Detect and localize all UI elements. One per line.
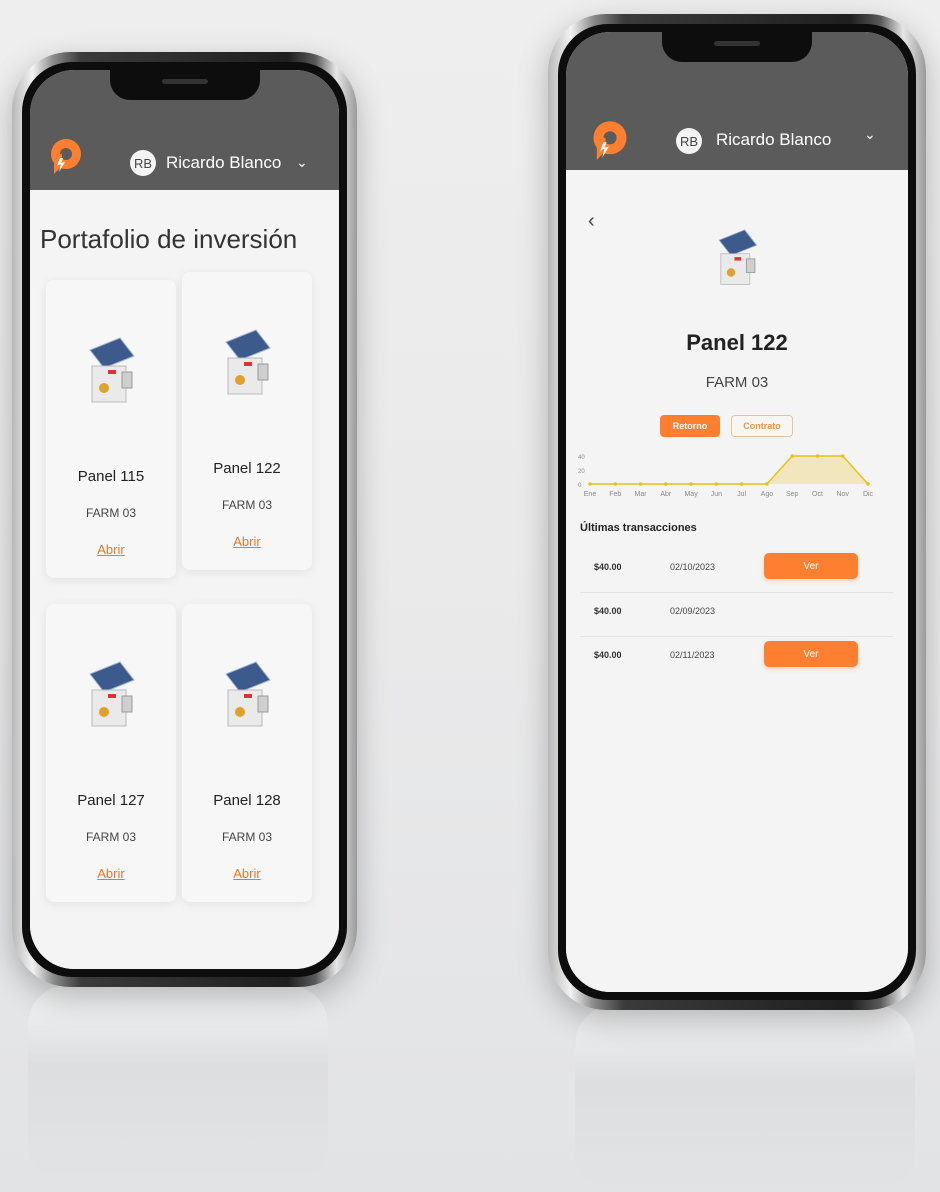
portfolio-page: Portafolio de inversión Panel 115 FARM 0… bbox=[30, 190, 339, 969]
x-tick-label: Ene bbox=[584, 491, 597, 498]
user-name[interactable]: Ricardo Blanco bbox=[166, 153, 281, 173]
notch bbox=[109, 70, 260, 100]
view-button[interactable]: Ver bbox=[764, 553, 858, 579]
panel-card[interactable]: Panel 115 FARM 03 Abrir bbox=[46, 280, 176, 578]
data-point bbox=[866, 482, 870, 486]
open-link[interactable]: Abrir bbox=[182, 534, 312, 549]
x-tick-label: Oct bbox=[812, 491, 823, 498]
panel-card[interactable]: Panel 122 FARM 03 Abrir bbox=[182, 272, 312, 570]
transaction-row: $40.00 02/11/2023 Ver bbox=[580, 636, 894, 680]
panel-farm: FARM 03 bbox=[221, 830, 272, 844]
chevron-down-icon[interactable]: ⌄ bbox=[296, 154, 308, 171]
x-tick-label: Jul bbox=[737, 491, 746, 498]
x-tick-label: Nov bbox=[837, 491, 850, 498]
left-phone-reflection bbox=[28, 985, 328, 1185]
solar-panel-icon bbox=[225, 661, 271, 727]
page-title: Portafolio de inversión bbox=[40, 224, 298, 254]
data-point bbox=[689, 482, 693, 486]
panel-card[interactable]: Panel 128 FARM 03 Abrir bbox=[182, 604, 312, 902]
avatar[interactable]: RB bbox=[130, 150, 156, 176]
right-phone-screen: RB Ricardo Blanco ⌄ ‹ Panel 122 FARM 03 … bbox=[566, 32, 908, 992]
x-tick-label: May bbox=[684, 491, 698, 498]
y-tick-label: 40 bbox=[578, 455, 585, 461]
panel-title: Panel 122 bbox=[686, 330, 788, 355]
speaker bbox=[714, 41, 760, 46]
open-link[interactable]: Abrir bbox=[182, 866, 312, 881]
transaction-row: $40.00 02/09/2023 bbox=[580, 592, 894, 637]
y-tick-label: 20 bbox=[578, 469, 585, 475]
series-area bbox=[590, 456, 868, 484]
data-point bbox=[739, 482, 744, 486]
x-tick-label: Feb bbox=[609, 491, 621, 498]
x-tick-label: Jun bbox=[711, 491, 722, 498]
data-point bbox=[664, 482, 668, 486]
data-point bbox=[815, 454, 820, 458]
view-button[interactable]: Ver bbox=[764, 641, 858, 667]
open-link[interactable]: Abrir bbox=[46, 866, 176, 881]
data-point bbox=[765, 482, 769, 486]
data-point bbox=[840, 454, 845, 458]
x-tick-label: Mar bbox=[635, 491, 648, 498]
panel-farm: FARM 03 bbox=[85, 830, 136, 844]
panel-name: Panel 122 bbox=[213, 460, 281, 477]
data-point bbox=[613, 482, 618, 486]
right-phone-reflection bbox=[575, 1005, 915, 1192]
transactions-title: Últimas transacciones bbox=[580, 522, 697, 534]
left-phone-bezel: RB Ricardo Blanco ⌄ Portafolio de invers… bbox=[22, 62, 347, 977]
solar-panel-icon bbox=[225, 329, 271, 395]
tab-retorno[interactable]: Retorno bbox=[660, 415, 720, 437]
left-phone: RB Ricardo Blanco ⌄ Portafolio de invers… bbox=[12, 52, 357, 987]
solar-panel-icon bbox=[89, 337, 135, 403]
transaction-amount: $40.00 bbox=[594, 562, 622, 572]
tab-contrato[interactable]: Contrato bbox=[731, 415, 793, 437]
solar-panel-icon bbox=[718, 229, 758, 285]
y-tick-label: 0 bbox=[578, 483, 582, 489]
transaction-date: 02/10/2023 bbox=[670, 562, 716, 572]
user-name[interactable]: Ricardo Blanco bbox=[716, 130, 831, 150]
return-chart: 40 20 0Ene Feb Mar Abr May Jun Jul Ago Sep Oct Nov Di… bbox=[578, 454, 874, 498]
brand-logo-icon[interactable] bbox=[46, 136, 86, 176]
data-point bbox=[790, 454, 794, 458]
panel-detail-page: ‹ Panel 122 FARM 03 Retorno Contrato 40 2… bbox=[566, 170, 908, 992]
panel-name: Panel 128 bbox=[213, 792, 281, 809]
chevron-left-icon[interactable]: ‹ bbox=[588, 210, 595, 233]
left-phone-screen: RB Ricardo Blanco ⌄ Portafolio de invers… bbox=[30, 70, 339, 969]
transaction-amount: $40.00 bbox=[594, 650, 622, 660]
speaker bbox=[161, 79, 208, 84]
x-tick-label: Sep bbox=[786, 491, 799, 498]
data-point bbox=[588, 482, 592, 486]
x-tick-label: Dic bbox=[863, 491, 874, 498]
data-point bbox=[714, 482, 719, 486]
transaction-date: 02/09/2023 bbox=[670, 606, 716, 616]
transaction-amount: $40.00 bbox=[594, 606, 622, 616]
panel-farm: FARM 03 bbox=[705, 374, 769, 391]
panel-farm: FARM 03 bbox=[221, 498, 272, 512]
solar-panel-icon bbox=[89, 661, 135, 727]
x-tick-label: Ago bbox=[761, 491, 774, 498]
panel-farm: FARM 03 bbox=[85, 506, 136, 520]
data-point bbox=[638, 482, 643, 486]
panel-name: Panel 127 bbox=[77, 792, 145, 809]
x-tick-label: Abr bbox=[660, 491, 672, 498]
brand-logo-icon[interactable] bbox=[588, 118, 632, 162]
panel-card[interactable]: Panel 127 FARM 03 Abrir bbox=[46, 604, 176, 902]
transaction-row: $40.00 02/10/2023 Ver bbox=[580, 548, 894, 593]
notch bbox=[662, 32, 812, 62]
avatar[interactable]: RB bbox=[676, 128, 702, 154]
right-phone: RB Ricardo Blanco ⌄ ‹ Panel 122 FARM 03 … bbox=[548, 14, 926, 1010]
chevron-down-icon[interactable]: ⌄ bbox=[864, 126, 876, 143]
transaction-date: 02/11/2023 bbox=[670, 650, 715, 660]
right-phone-bezel: RB Ricardo Blanco ⌄ ‹ Panel 122 FARM 03 … bbox=[558, 24, 916, 1000]
open-link[interactable]: Abrir bbox=[46, 542, 176, 557]
panel-name: Panel 115 bbox=[77, 468, 145, 485]
